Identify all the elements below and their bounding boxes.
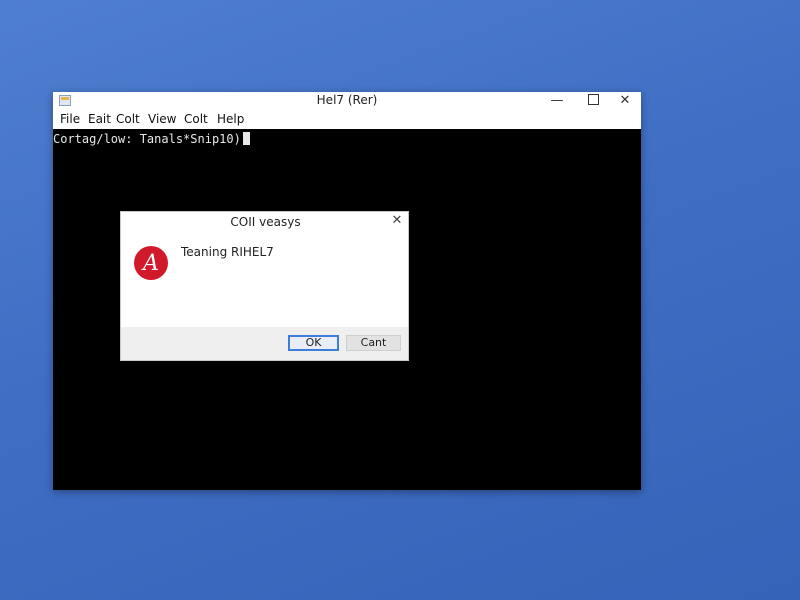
message-dialog[interactable]: COII veasys ✕ A Teaning RIHEL7 OK Cant bbox=[120, 211, 409, 361]
menu-help[interactable]: Help bbox=[217, 112, 244, 126]
menu-colt[interactable]: Colt bbox=[116, 112, 140, 126]
dialog-title: COII veasys bbox=[230, 215, 301, 229]
dialog-button-bar: OK Cant bbox=[121, 327, 408, 360]
terminal-prompt: Cortag/low: Tanals*Snip10) bbox=[53, 132, 241, 146]
dialog-close-button[interactable]: ✕ bbox=[389, 213, 405, 229]
cancel-button[interactable]: Cant bbox=[346, 335, 401, 351]
ok-button[interactable]: OK bbox=[288, 335, 339, 351]
menu-edit[interactable]: Eait bbox=[88, 112, 111, 126]
menu-file[interactable]: File bbox=[60, 112, 80, 126]
maximize-button[interactable] bbox=[577, 92, 609, 110]
dialog-message: Teaning RIHEL7 bbox=[181, 245, 274, 259]
text-cursor bbox=[242, 132, 250, 145]
error-icon: A bbox=[134, 246, 168, 280]
error-icon-letter: A bbox=[141, 251, 159, 276]
menu-bar: File Eait Colt View Colt Help bbox=[53, 110, 641, 129]
menu-view[interactable]: View bbox=[148, 112, 176, 126]
maximize-icon bbox=[587, 94, 599, 105]
terminal-output[interactable]: Cortag/low: Tanals*Snip10) bbox=[53, 132, 250, 146]
window-titlebar[interactable]: Hel7 (Rer) — ✕ bbox=[53, 92, 641, 110]
desktop-background: Hel7 (Rer) — ✕ File Eait Colt View Colt … bbox=[0, 0, 800, 600]
minimize-button[interactable]: — bbox=[541, 92, 573, 110]
menu-colt-2[interactable]: Colt bbox=[184, 112, 208, 126]
close-button[interactable]: ✕ bbox=[609, 92, 641, 110]
